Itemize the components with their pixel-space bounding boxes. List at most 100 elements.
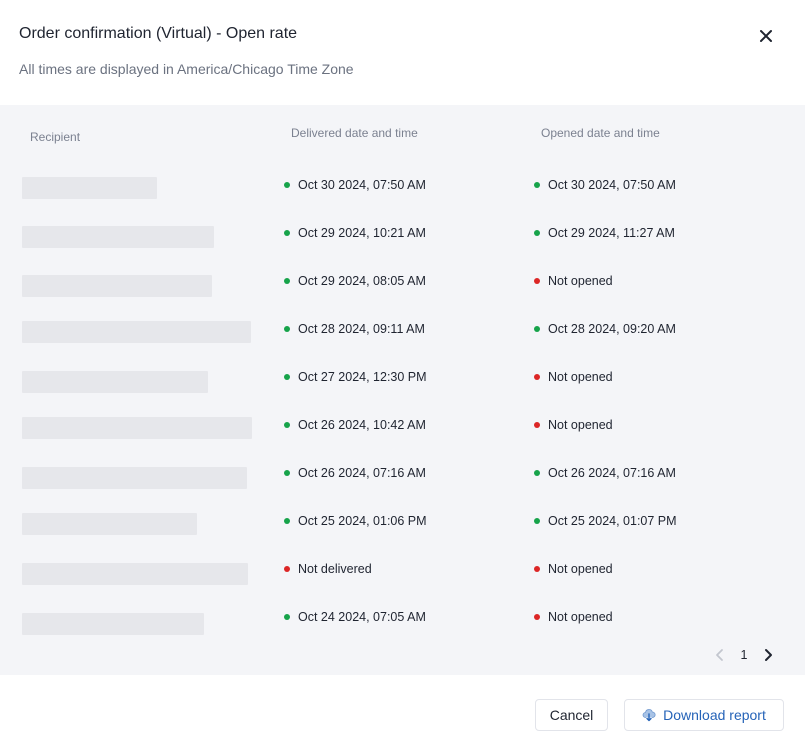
status-dot-icon (534, 470, 540, 476)
report-table: Recipient Delivered date and time Opened… (0, 105, 805, 675)
opened-cell: Not opened (534, 273, 613, 289)
status-dot-icon (534, 566, 540, 572)
recipient-redacted (22, 226, 214, 248)
recipient-redacted (22, 275, 212, 297)
recipient-redacted (22, 321, 251, 343)
next-page-button[interactable] (758, 645, 778, 665)
status-dot-icon (534, 422, 540, 428)
table-row: Oct 27 2024, 12:30 PM Not opened (0, 369, 805, 417)
status-dot-icon (284, 326, 290, 332)
cancel-button[interactable]: Cancel (535, 699, 608, 731)
status-dot-icon (284, 470, 290, 476)
status-dot-icon (534, 182, 540, 188)
recipient-redacted (22, 513, 197, 535)
delivered-cell: Not delivered (284, 561, 372, 577)
status-dot-icon (534, 614, 540, 620)
opened-cell-text: Oct 28 2024, 09:20 AM (548, 322, 676, 336)
table-row: Oct 26 2024, 07:16 AM Oct 26 2024, 07:16 … (0, 465, 805, 513)
table-row: Oct 29 2024, 08:05 AM Not opened (0, 273, 805, 321)
column-header-opened: Opened date and time (541, 126, 660, 140)
timezone-note: All times are displayed in America/Chica… (19, 61, 354, 77)
status-dot-icon (534, 518, 540, 524)
status-dot-icon (284, 614, 290, 620)
delivered-cell: Oct 26 2024, 10:42 AM (284, 417, 426, 433)
current-page[interactable]: 1 (730, 648, 758, 662)
delivered-cell-text: Oct 24 2024, 07:05 AM (298, 610, 426, 624)
opened-cell-text: Not opened (548, 370, 613, 384)
delivered-cell: Oct 24 2024, 07:05 AM (284, 609, 426, 625)
opened-cell: Not opened (534, 561, 613, 577)
status-dot-icon (284, 182, 290, 188)
opened-cell-text: Not opened (548, 418, 613, 432)
delivered-cell: Oct 26 2024, 07:16 AM (284, 465, 426, 481)
modal-title: Order confirmation (Virtual) - Open rate (19, 25, 298, 42)
opened-cell-text: Not opened (548, 562, 613, 576)
column-header-recipient: Recipient (30, 130, 81, 144)
modal-footer: Cancel Download report (0, 675, 805, 750)
delivered-cell: Oct 25 2024, 01:06 PM (284, 513, 427, 529)
status-dot-icon (534, 278, 540, 284)
status-dot-icon (284, 374, 290, 380)
opened-cell-text: Oct 29 2024, 11:27 AM (548, 226, 675, 240)
delivered-cell-text: Oct 30 2024, 07:50 AM (298, 178, 426, 192)
cloud-download-icon (642, 709, 656, 722)
chevron-right-icon (765, 649, 772, 661)
opened-cell: Oct 30 2024, 07:50 AM (534, 177, 676, 193)
delivered-cell: Oct 29 2024, 10:21 AM (284, 225, 426, 241)
opened-cell: Oct 25 2024, 01:07 PM (534, 513, 677, 529)
recipient-redacted (22, 613, 204, 635)
opened-cell: Not opened (534, 417, 613, 433)
opened-cell: Oct 26 2024, 07:16 AM (534, 465, 676, 481)
table-row: Oct 28 2024, 09:11 AM Oct 28 2024, 09:20 … (0, 321, 805, 369)
recipient-redacted (22, 417, 252, 439)
delivered-cell-text: Not delivered (298, 562, 372, 576)
delivered-cell: Oct 30 2024, 07:50 AM (284, 177, 426, 193)
status-dot-icon (284, 422, 290, 428)
download-report-button[interactable]: Download report (624, 699, 784, 731)
table-row: Oct 24 2024, 07:05 AM Not opened (0, 609, 805, 657)
delivered-cell: Oct 27 2024, 12:30 PM (284, 369, 427, 385)
delivered-cell-text: Oct 29 2024, 08:05 AM (298, 274, 426, 288)
opened-cell-text: Oct 26 2024, 07:16 AM (548, 466, 676, 480)
close-icon (760, 30, 772, 42)
delivered-cell-text: Oct 29 2024, 10:21 AM (298, 226, 426, 240)
opened-cell: Not opened (534, 609, 613, 625)
delivered-cell-text: Oct 27 2024, 12:30 PM (298, 370, 427, 384)
status-dot-icon (284, 518, 290, 524)
download-report-label: Download report (663, 707, 766, 723)
table-row: Not delivered Not opened (0, 561, 805, 609)
delivered-cell-text: Oct 26 2024, 07:16 AM (298, 466, 426, 480)
status-dot-icon (534, 326, 540, 332)
delivered-cell: Oct 28 2024, 09:11 AM (284, 321, 425, 337)
status-dot-icon (284, 278, 290, 284)
recipient-redacted (22, 371, 208, 393)
delivered-cell-text: Oct 25 2024, 01:06 PM (298, 514, 427, 528)
opened-cell-text: Not opened (548, 274, 613, 288)
table-row: Oct 30 2024, 07:50 AM Oct 30 2024, 07:50 … (0, 177, 805, 225)
chevron-left-icon (716, 649, 723, 661)
delivered-cell: Oct 29 2024, 08:05 AM (284, 273, 426, 289)
opened-cell: Oct 28 2024, 09:20 AM (534, 321, 676, 337)
status-dot-icon (284, 566, 290, 572)
opened-cell-text: Oct 25 2024, 01:07 PM (548, 514, 677, 528)
opened-cell-text: Oct 30 2024, 07:50 AM (548, 178, 676, 192)
status-dot-icon (534, 230, 540, 236)
prev-page-button[interactable] (710, 645, 730, 665)
pagination: 1 (710, 645, 778, 665)
status-dot-icon (284, 230, 290, 236)
table-row: Oct 25 2024, 01:06 PM Oct 25 2024, 01:07 … (0, 513, 805, 561)
recipient-redacted (22, 467, 247, 489)
status-dot-icon (534, 374, 540, 380)
modal-header: Order confirmation (Virtual) - Open rate… (0, 0, 805, 105)
opened-cell: Not opened (534, 369, 613, 385)
table-row: Oct 26 2024, 10:42 AM Not opened (0, 417, 805, 465)
delivered-cell-text: Oct 28 2024, 09:11 AM (298, 322, 425, 336)
opened-cell: Oct 29 2024, 11:27 AM (534, 225, 675, 241)
recipient-redacted (22, 177, 157, 199)
table-row: Oct 29 2024, 10:21 AM Oct 29 2024, 11:27 … (0, 225, 805, 273)
opened-cell-text: Not opened (548, 610, 613, 624)
recipient-redacted (22, 563, 248, 585)
column-header-delivered: Delivered date and time (291, 126, 418, 140)
close-button[interactable] (754, 24, 778, 48)
delivered-cell-text: Oct 26 2024, 10:42 AM (298, 418, 426, 432)
